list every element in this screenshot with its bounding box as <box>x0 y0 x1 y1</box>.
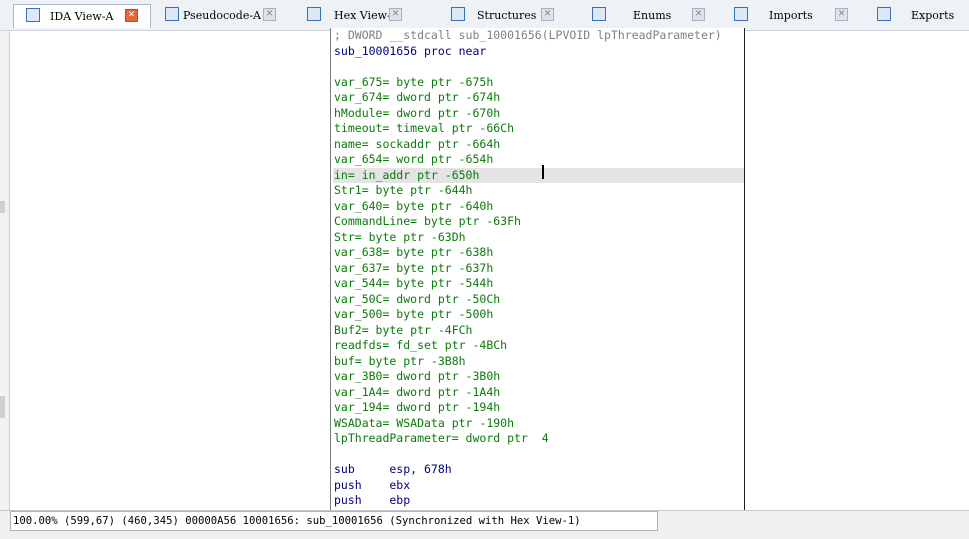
hex-icon <box>307 7 321 21</box>
disassembly-lines: ; DWORD __stdcall sub_10001656(LPVOID lp… <box>333 28 744 509</box>
close-icon[interactable]: ✕ <box>692 8 705 21</box>
disasm-line[interactable]: push ebp <box>333 493 744 509</box>
tab-hex-view-1[interactable]: Hex View-1 ✕ <box>299 4 415 28</box>
tab-ida-view-a[interactable]: IDA View-A ✕ <box>13 4 151 28</box>
imports-icon <box>734 7 748 21</box>
status-text: 100.00% (599,67) (460,345) 00000A56 1000… <box>10 511 658 531</box>
disasm-line[interactable]: Str= byte ptr -63Dh <box>333 230 744 246</box>
disasm-line[interactable]: var_674= dword ptr -674h <box>333 90 744 106</box>
disasm-line[interactable]: Buf2= byte ptr -4FCh <box>333 323 744 339</box>
text-cursor <box>542 165 544 179</box>
disasm-line[interactable]: lpThreadParameter= dword ptr 4 <box>333 431 744 447</box>
disasm-line[interactable]: sub esp, 678h <box>333 462 744 478</box>
close-icon[interactable]: ✕ <box>389 8 402 21</box>
disasm-line[interactable]: var_654= word ptr -654h <box>333 152 744 168</box>
disasm-line[interactable]: readfds= fd_set ptr -4BCh <box>333 338 744 354</box>
close-icon[interactable]: ✕ <box>125 9 138 22</box>
close-icon[interactable]: ✕ <box>541 8 554 21</box>
disasm-line[interactable]: var_640= byte ptr -640h <box>333 199 744 215</box>
tab-structures[interactable]: Structures ✕ <box>443 4 571 28</box>
tab-imports[interactable]: Imports ✕ <box>726 4 858 28</box>
disasm-line[interactable] <box>333 59 744 75</box>
disasm-line[interactable]: var_544= byte ptr -544h <box>333 276 744 292</box>
disasm-line[interactable]: timeout= timeval ptr -66Ch <box>333 121 744 137</box>
disasm-line[interactable] <box>333 447 744 463</box>
disasm-line[interactable]: var_500= byte ptr -500h <box>333 307 744 323</box>
structures-icon <box>451 7 465 21</box>
tab-bar: IDA View-A ✕ Pseudocode-A ✕ Hex View-1 ✕… <box>0 0 969 31</box>
disasm-line[interactable]: ; DWORD __stdcall sub_10001656(LPVOID lp… <box>333 28 744 44</box>
disasm-line[interactable]: buf= byte ptr -3B8h <box>333 354 744 370</box>
tab-label: Exports <box>911 9 955 22</box>
gutter-marker <box>0 201 5 213</box>
disasm-line[interactable]: var_675= byte ptr -675h <box>333 75 744 91</box>
disasm-line[interactable]: in= in_addr ptr -650h <box>333 167 744 183</box>
tab-label: IDA View-A <box>50 10 114 23</box>
disassembly-view[interactable]: ; DWORD __stdcall sub_10001656(LPVOID lp… <box>10 28 969 510</box>
close-icon[interactable]: ✕ <box>263 8 276 21</box>
disasm-line[interactable]: hModule= dword ptr -670h <box>333 106 744 122</box>
disasm-line[interactable]: Str1= byte ptr -644h <box>333 183 744 199</box>
disasm-line[interactable]: WSAData= WSAData ptr -190h <box>333 416 744 432</box>
disasm-line[interactable]: var_50C= dword ptr -50Ch <box>333 292 744 308</box>
tab-pseudocode-a[interactable]: Pseudocode-A ✕ <box>157 4 285 28</box>
function-node[interactable]: ; DWORD __stdcall sub_10001656(LPVOID lp… <box>330 28 745 510</box>
disassembly-icon <box>26 8 40 22</box>
disasm-line[interactable]: var_194= dword ptr -194h <box>333 400 744 416</box>
disasm-line[interactable]: var_638= byte ptr -638h <box>333 245 744 261</box>
disasm-line[interactable]: name= sockaddr ptr -664h <box>333 137 744 153</box>
tab-label: Structures <box>477 9 537 22</box>
tab-label: Imports <box>769 9 813 22</box>
tab-enums[interactable]: Enums ✕ <box>584 4 714 28</box>
pseudocode-icon <box>165 7 179 21</box>
tab-exports[interactable]: Exports <box>869 4 969 28</box>
disasm-line[interactable]: var_1A4= dword ptr -1A4h <box>333 385 744 401</box>
disasm-line[interactable]: sub_10001656 proc near <box>333 44 744 60</box>
tab-label: Enums <box>633 9 672 22</box>
gutter-marker <box>0 396 5 418</box>
exports-icon <box>877 7 891 21</box>
close-icon[interactable]: ✕ <box>835 8 848 21</box>
disasm-line[interactable]: var_3B0= dword ptr -3B0h <box>333 369 744 385</box>
enums-icon <box>592 7 606 21</box>
left-gutter <box>0 31 10 510</box>
disasm-line[interactable]: push ebx <box>333 478 744 494</box>
tab-label: Pseudocode-A <box>183 9 262 22</box>
disasm-line[interactable]: var_637= byte ptr -637h <box>333 261 744 277</box>
disasm-line[interactable]: CommandLine= byte ptr -63Fh <box>333 214 744 230</box>
status-bar: 100.00% (599,67) (460,345) 00000A56 1000… <box>0 510 969 539</box>
